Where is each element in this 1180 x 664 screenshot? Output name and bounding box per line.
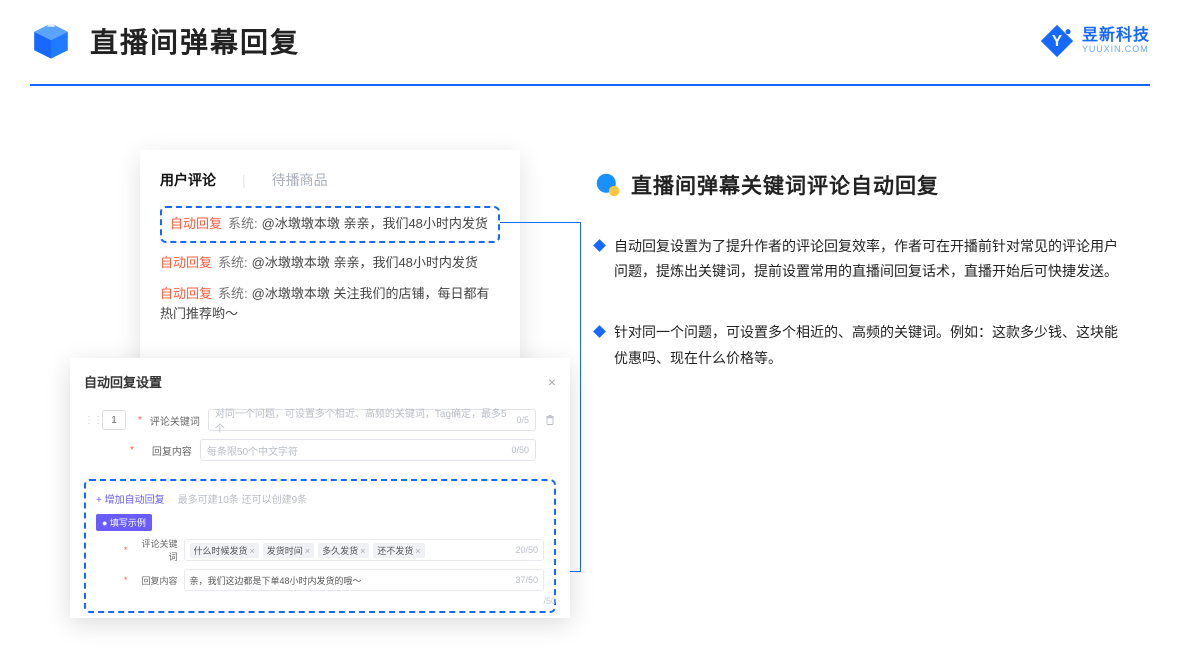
example-content-input[interactable]: 亲，我们这边都是下单48小时内发货的哦～ 37/50 [184,569,544,591]
example-chip: ● 填写示例 [96,514,152,531]
delete-icon[interactable] [544,414,556,426]
keyword-counter: 0/5 [516,415,529,425]
description-point: 自动回复设置为了提升作者的评论回复效率，作者可在开播前针对常见的评论用户问题，提… [614,234,1125,284]
auto-reply-badge: 自动回复 [160,255,212,270]
auto-reply-settings-panel: 自动回复设置 × ⋮⋮ 1 * 评论关键词 对同一个问题，可设置多个相近、高频的… [70,358,570,618]
keyword-input[interactable]: 对同一个问题，可设置多个相近、高频的关键词，Tag确定，最多5个 0/5 [208,409,536,431]
svg-text:Y: Y [1052,33,1062,50]
system-label: 系统: [218,255,248,270]
comment-text: @冰墩墩本墩 亲亲，我们48小时内发货 [252,255,478,270]
brand-name-en: YUUXIN.COM [1082,45,1150,54]
cube-icon [30,20,72,62]
example-keyword-input[interactable]: 什么时候发货× 发货时间× 多久发货× 还不发货× 20/50 [184,539,544,561]
example-keyword-label: 评论关键词 [134,537,178,563]
add-auto-reply-link[interactable]: + 增加自动回复 [96,495,165,506]
system-label: 系统: [218,286,248,301]
keyword-field-label: 评论关键词 [150,413,200,428]
example-content-text: 亲，我们这边都是下单48小时内发货的哦～ [190,574,362,587]
tab-divider: | [242,172,246,188]
index-box: 1 [102,410,126,430]
description-point: 针对同一个问题，可设置多个相近的、高频的关键词。例如：这款多少钱、这块能优惠吗、… [614,320,1125,370]
keyword-tag[interactable]: 发货时间× [263,543,314,558]
comment-text: @冰墩墩本墩 亲亲，我们48小时内发货 [262,216,488,231]
keyword-placeholder: 对同一个问题，可设置多个相近、高频的关键词，Tag确定，最多5个 [215,405,517,435]
close-icon[interactable]: × [548,374,556,390]
comments-panel: 用户评论 | 待播商品 自动回复系统:@冰墩墩本墩 亲亲，我们48小时内发货 自… [140,150,520,390]
auto-reply-badge: 自动回复 [170,216,222,231]
required-star-icon: * [124,575,128,585]
auto-reply-badge: 自动回复 [160,286,212,301]
content-input[interactable]: 每条限50个中文字符 0/50 [200,439,536,461]
header-divider [30,84,1150,86]
example-keyword-counter: 20/50 [515,545,538,555]
example-content-label: 回复内容 [134,574,178,587]
add-hint-text: 最多可建10条 还可以创建9条 [178,495,307,506]
example-content-counter: 37/50 [515,575,538,585]
tab-user-comments[interactable]: 用户评论 [160,170,216,190]
required-star-icon: * [130,445,134,456]
settings-title: 自动回复设置 [84,372,162,391]
bullet-diamond-icon [593,239,606,252]
page-title: 直播间弹幕回复 [90,21,300,61]
section-title: 直播间弹幕关键词评论自动回复 [631,170,939,200]
brand-logo: Y 昱新科技 YUUXIN.COM [1040,24,1150,58]
example-highlight-box: + 增加自动回复 最多可建10条 还可以创建9条 ● 填写示例 * 评论关键词 … [84,479,556,613]
required-star-icon: * [124,545,128,555]
content-placeholder: 每条限50个中文字符 [207,443,298,458]
chat-bubble-icon [595,172,621,198]
floating-counter: /50 [543,596,556,606]
keyword-tag[interactable]: 多久发货× [318,543,369,558]
bullet-diamond-icon [593,326,606,339]
tab-pending-products[interactable]: 待播商品 [272,170,328,190]
keyword-tag[interactable]: 还不发货× [373,543,424,558]
content-field-label: 回复内容 [142,443,192,458]
highlighted-comment: 自动回复系统: @冰墩墩本墩 亲亲，我们48小时内发货 [160,206,500,243]
content-counter: 0/50 [511,445,529,455]
brand-name-cn: 昱新科技 [1082,28,1150,45]
keyword-tag[interactable]: 什么时候发货× [190,543,259,558]
system-label: 系统: [228,216,258,231]
drag-handle-icon[interactable]: ⋮⋮ [84,415,94,426]
connector-line [500,222,580,223]
required-star-icon: * [138,415,142,426]
connector-line [580,222,581,572]
